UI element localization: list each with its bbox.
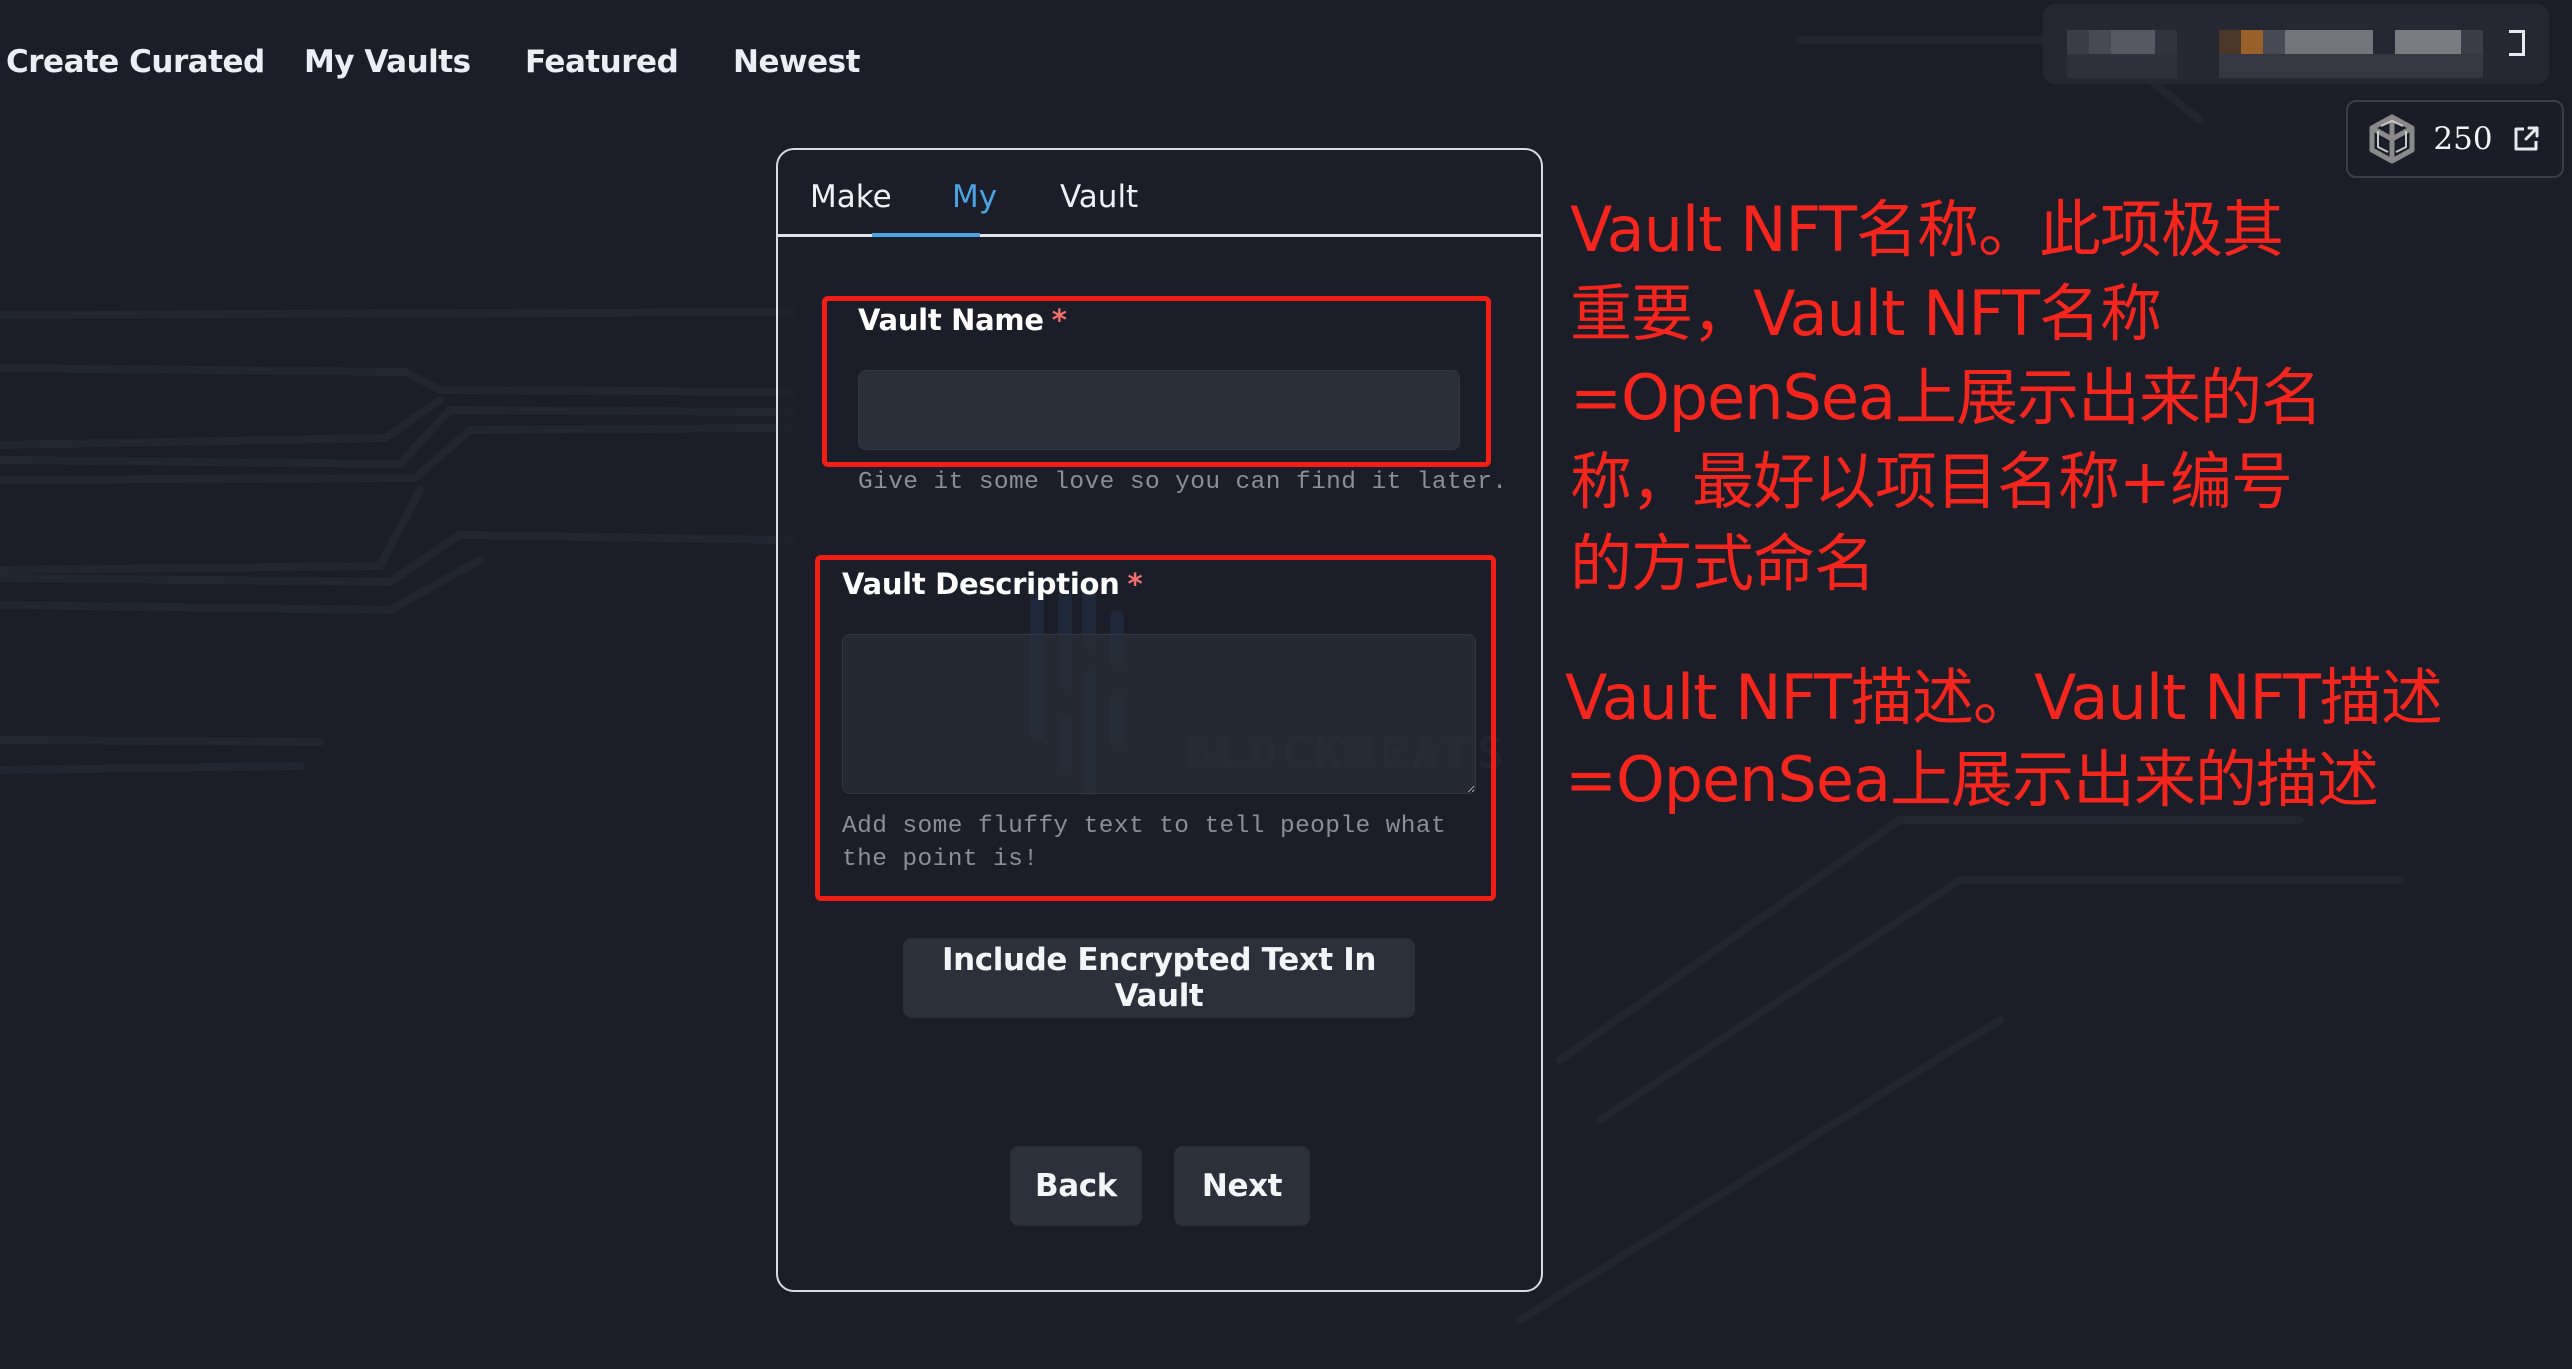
annotation-name-line-2: 重要，Vault NFT名称: [1570, 277, 2162, 350]
account-widget-blurred[interactable]: [2043, 4, 2549, 84]
page: Create Curated My Vaults Featured Newest…: [0, 0, 2572, 1369]
points-count: 250: [2433, 121, 2493, 157]
active-tab-indicator: [872, 233, 980, 237]
annotation-description-line-2: =OpenSea上展示出来的描述: [1565, 743, 2379, 816]
nav-newest[interactable]: Newest: [733, 38, 860, 86]
points-badge[interactable]: 250: [2346, 100, 2564, 178]
tab-my[interactable]: My: [952, 172, 997, 222]
tab-make[interactable]: Make: [810, 172, 892, 222]
expand-icon[interactable]: [2509, 30, 2525, 56]
tab-vault[interactable]: Vault: [1060, 172, 1138, 222]
annotation-name-line-5: 的方式命名: [1570, 527, 1876, 600]
next-button[interactable]: Next: [1174, 1146, 1310, 1226]
vault-name-hint: Give it some love so you can find it lat…: [858, 469, 1508, 496]
annotation-box-vault-name: [822, 296, 1491, 467]
annotation-name-line-3: =OpenSea上展示出来的名: [1570, 361, 2323, 434]
nav-featured[interactable]: Featured: [525, 38, 679, 86]
nav-my-vaults[interactable]: My Vaults: [304, 38, 471, 86]
cube-logo-icon: [2369, 114, 2415, 164]
annotation-name-line-1: Vault NFT名称。此项极其: [1570, 193, 2284, 266]
external-link-icon[interactable]: [2511, 124, 2541, 154]
back-button[interactable]: Back: [1010, 1146, 1142, 1226]
step-tabs: Make My Vault: [778, 150, 1541, 237]
annotation-name-line-4: 称，最好以项目名称+编号: [1570, 445, 2293, 518]
annotation-description-line-1: Vault NFT描述。Vault NFT描述: [1565, 661, 2443, 734]
annotation-box-vault-description: [815, 555, 1496, 901]
nav-create-curated[interactable]: Create Curated: [6, 38, 265, 86]
include-encrypted-text-button[interactable]: Include Encrypted Text In Vault: [903, 938, 1415, 1018]
